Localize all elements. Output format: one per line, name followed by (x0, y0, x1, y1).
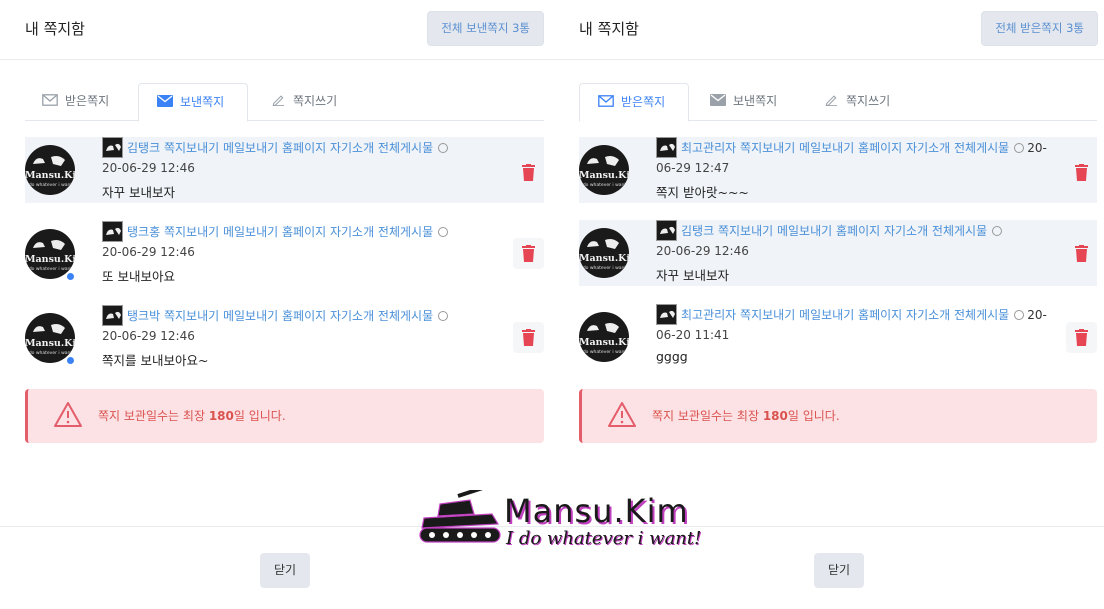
tank-logo-icon (33, 240, 65, 250)
mini-avatar (656, 137, 677, 158)
trash-icon (522, 164, 535, 181)
sender-links[interactable]: 김탱크 쪽지보내기 메일보내기 홈페이지 자기소개 전체게시물 (681, 222, 1003, 239)
warning-icon (54, 402, 82, 427)
tab-write[interactable]: 쪽지쓰기 (823, 83, 890, 121)
trash-icon (1075, 245, 1088, 262)
list-item[interactable]: Mansu.Kim I do whatever i want! 김탱크 쪽지보내… (579, 220, 1097, 286)
envelope-filled-icon (157, 95, 173, 107)
panel-header: 내 쪽지함 전체 보낸쪽지 3통 (0, 0, 552, 60)
tank-logo-icon (33, 324, 65, 334)
pencil-icon (825, 95, 837, 106)
clock-icon (992, 226, 1003, 236)
close-button[interactable]: 닫기 (814, 553, 864, 588)
mini-avatar (102, 137, 123, 158)
total-sent-count-button[interactable]: 전체 보낸쪽지 3통 (427, 11, 544, 46)
retention-alert: 쪽지 보관일수는 최장 180일 입니다. (25, 389, 544, 443)
watermark-logo: Mansu.Kim I do whatever i want! (418, 488, 718, 550)
message-text[interactable]: 또 보내보아요 (102, 266, 175, 285)
message-text[interactable]: 자꾸 보내보자 (656, 265, 729, 284)
tab-received[interactable]: 받은쪽지 (579, 83, 689, 122)
list-item[interactable]: Mansu.Kim I do whatever i want! 김탱크 쪽지보내… (25, 137, 544, 203)
unread-indicator (65, 355, 76, 366)
tank-logo-icon (587, 323, 619, 333)
envelope-outline-icon (598, 95, 614, 107)
trash-icon (1075, 164, 1088, 181)
tab-sent[interactable]: 보낸쪽지 (138, 83, 248, 122)
tank-logo-icon (587, 156, 619, 166)
warning-icon (608, 402, 636, 427)
delete-button[interactable] (513, 157, 544, 188)
sender-links[interactable]: 최고관리자 쪽지보내기 메일보내기 홈페이지 자기소개 전체게시물 20- (681, 306, 1047, 323)
clock-icon (1014, 143, 1025, 153)
sender-links[interactable]: 최고관리자 쪽지보내기 메일보내기 홈페이지 자기소개 전체게시물 20- (681, 139, 1047, 156)
avatar: Mansu.Kim I do whatever i want! (579, 312, 629, 362)
delete-button[interactable] (1066, 157, 1097, 188)
mini-avatar (102, 305, 123, 326)
trash-icon (522, 329, 535, 346)
tank-logo-icon (660, 143, 675, 151)
sender-links[interactable]: 탱크홍 쪽지보내기 메일보내기 홈페이지 자기소개 전체게시물 (127, 223, 449, 240)
clock-icon (438, 143, 449, 153)
message-date: 20-06-29 12:46 (102, 329, 195, 343)
tank-logo-icon (106, 143, 121, 151)
tank-logo-icon (33, 156, 65, 166)
pencil-icon (272, 95, 284, 106)
tank-icon (419, 490, 501, 543)
envelope-outline-icon (42, 94, 58, 106)
mini-avatar (656, 220, 677, 241)
tab-received[interactable]: 받은쪽지 (42, 83, 109, 121)
message-date: 20-06-29 12:46 (102, 161, 195, 175)
page-title: 내 쪽지함 (579, 20, 639, 38)
delete-button[interactable] (1066, 322, 1097, 353)
total-received-count-button[interactable]: 전체 받은쪽지 3통 (981, 11, 1098, 46)
message-date: 20-06-29 12:46 (102, 245, 195, 259)
message-text[interactable]: gggg (656, 349, 688, 364)
message-date: 06-29 12:47 (656, 161, 730, 175)
clock-icon (438, 311, 449, 321)
tab-sent[interactable]: 보낸쪽지 (710, 83, 777, 121)
tank-logo-icon (660, 226, 675, 234)
tank-logo-icon (660, 310, 675, 318)
trash-icon (522, 245, 535, 262)
trash-icon (1075, 329, 1088, 346)
list-item[interactable]: Mansu.Kim I do whatever i want! 최고관리자 쪽지… (579, 137, 1097, 203)
message-text[interactable]: 쪽지 받아랏~~~ (656, 182, 749, 201)
message-text[interactable]: 쪽지를 보내보아요~ (102, 350, 208, 369)
list-item[interactable]: Mansu.Kim I do whatever i want! 탱크박 쪽지보내… (25, 305, 544, 371)
avatar: Mansu.Kim I do whatever i want! (25, 145, 75, 195)
tank-logo-icon (587, 239, 619, 249)
tank-logo-icon (106, 227, 121, 235)
message-date: 06-20 11:41 (656, 328, 730, 342)
unread-indicator (65, 271, 76, 282)
avatar: Mansu.Kim I do whatever i want! (579, 228, 629, 278)
mini-avatar (656, 304, 677, 325)
delete-button[interactable] (513, 322, 544, 353)
avatar: Mansu.Kim I do whatever i want! (579, 145, 629, 195)
clock-icon (438, 227, 449, 237)
page-title: 내 쪽지함 (25, 20, 85, 38)
list-item[interactable]: Mansu.Kim I do whatever i want! 탱크홍 쪽지보내… (25, 221, 544, 287)
retention-alert: 쪽지 보관일수는 최장 180일 입니다. (579, 389, 1097, 443)
delete-button[interactable] (513, 238, 544, 269)
tank-logo-icon (106, 311, 121, 319)
sender-links[interactable]: 김탱크 쪽지보내기 메일보내기 홈페이지 자기소개 전체게시물 (127, 139, 449, 156)
alert-text: 쪽지 보관일수는 최장 180일 입니다. (652, 409, 840, 423)
message-text[interactable]: 자꾸 보내보자 (102, 182, 175, 201)
panel-header: 내 쪽지함 전체 받은쪽지 3통 (552, 0, 1104, 60)
message-date: 20-06-29 12:46 (656, 244, 749, 258)
envelope-filled-icon (710, 94, 726, 106)
message-tabs: 받은쪽지 보낸쪽지 쪽지쓰기 (579, 83, 1097, 122)
tab-write[interactable]: 쪽지쓰기 (270, 83, 337, 121)
alert-text: 쪽지 보관일수는 최장 180일 입니다. (98, 409, 286, 423)
close-button[interactable]: 닫기 (260, 553, 310, 588)
delete-button[interactable] (1066, 238, 1097, 269)
list-item[interactable]: Mansu.Kim I do whatever i want! 최고관리자 쪽지… (579, 304, 1097, 370)
message-tabs: 받은쪽지 보낸쪽지 쪽지쓰기 (25, 83, 544, 122)
sender-links[interactable]: 탱크박 쪽지보내기 메일보내기 홈페이지 자기소개 전체게시물 (127, 307, 449, 324)
clock-icon (1014, 310, 1025, 320)
mini-avatar (102, 221, 123, 242)
